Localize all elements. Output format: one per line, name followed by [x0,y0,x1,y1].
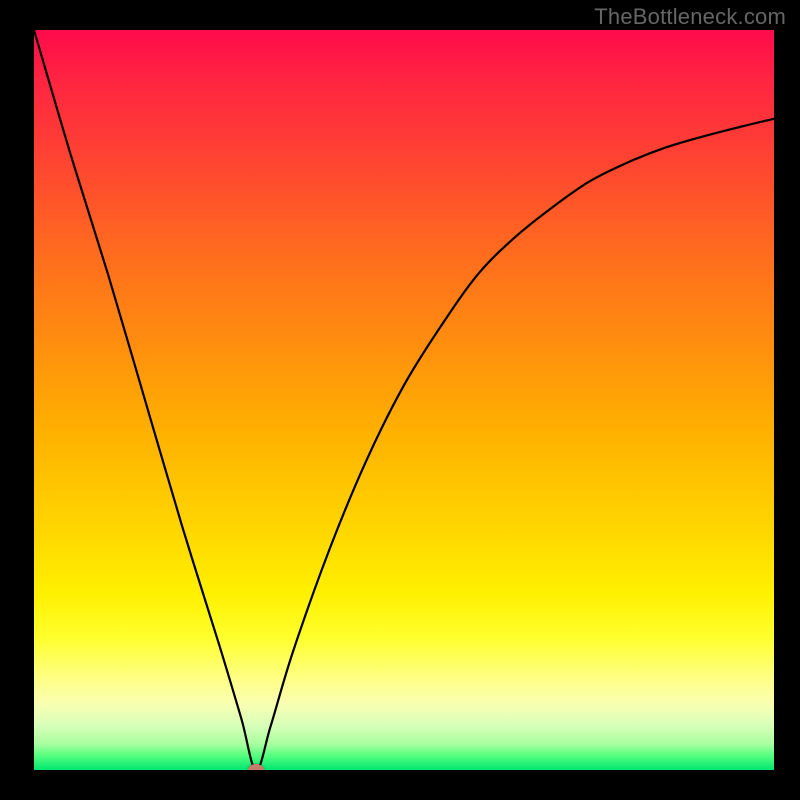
chart-container: TheBottleneck.com [0,0,800,800]
plot-area [34,30,774,770]
bottleneck-curve [34,30,774,770]
minimum-marker [248,764,264,770]
watermark-text: TheBottleneck.com [594,4,786,30]
